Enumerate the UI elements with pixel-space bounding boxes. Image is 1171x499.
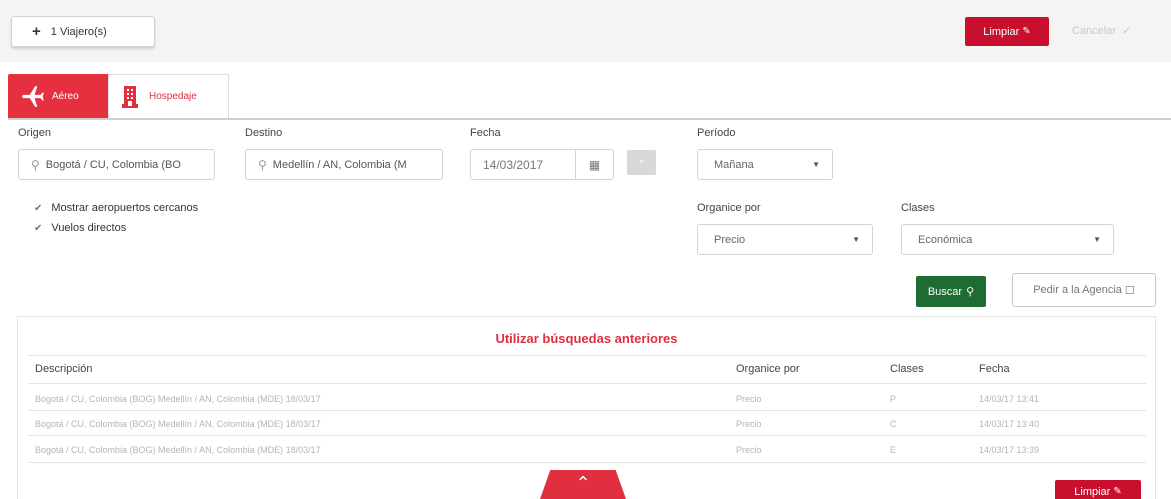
row-class: C: [890, 419, 897, 429]
origin-value: Bogotá / CU, Colombia (BO: [45, 158, 181, 171]
row-date: 14/03/17 13:40: [979, 419, 1040, 429]
nearby-airports-checkbox[interactable]: ✔ Mostrar aeropuertos cercanos: [34, 202, 198, 214]
column-header-sort: Organice por: [736, 363, 800, 375]
previous-searches-title: Utilizar búsquedas anteriores: [495, 331, 678, 346]
tab-air[interactable]: Aéreo: [8, 74, 108, 118]
class-value: Económica: [918, 233, 973, 246]
row-sort: Precio: [736, 445, 762, 455]
travelers-button[interactable]: + 1 Viajero(s): [11, 16, 155, 47]
map-pin-icon: ⚲: [31, 157, 40, 172]
check-icon: ✔: [34, 222, 43, 234]
tab-hotel[interactable]: Hospedaje: [108, 74, 229, 118]
sort-value: Precio: [714, 233, 746, 246]
row-sort: Precio: [736, 394, 762, 404]
caret-down-icon: ▼: [852, 235, 860, 244]
eraser-icon: ✎: [1113, 486, 1122, 497]
period-select[interactable]: Mañana ▼: [697, 149, 833, 180]
row-class: E: [890, 445, 897, 455]
check-icon: ✓: [1122, 25, 1132, 37]
search-type-tabs: Aéreo Hospedaje: [8, 74, 229, 118]
caret-down-icon: ▼: [812, 160, 820, 169]
calendar-icon[interactable]: ▦: [575, 150, 613, 179]
sort-select[interactable]: Precio ▼: [697, 224, 873, 255]
ask-agency-button[interactable]: Pedir a la Agencia ☐: [1012, 273, 1156, 307]
clear-history-button[interactable]: Limpiar ✎: [1055, 480, 1141, 499]
divider: [28, 435, 1146, 436]
row-description: Bogotá / CU, Colombia (BOG) Medellín / A…: [35, 419, 321, 429]
row-date: 14/03/17 13:41: [979, 394, 1040, 404]
destination-field[interactable]: ⚲ Medellín / AN, Colombia (M: [245, 149, 443, 180]
clear-history-label: Limpiar: [1074, 486, 1111, 498]
divider: [28, 383, 1146, 384]
period-label: Período: [697, 127, 736, 139]
sort-label: Organice por: [697, 202, 761, 214]
origin-field[interactable]: ⚲ Bogotá / CU, Colombia (BO: [18, 149, 215, 180]
chevron-up-icon: ⌃: [575, 473, 591, 493]
period-value: Mañana: [714, 158, 754, 171]
return-date-toggle[interactable]: +: [627, 150, 656, 175]
destination-value: Medellín / AN, Colombia (M: [272, 158, 407, 171]
row-class: P: [890, 394, 897, 404]
tab-air-label: Aéreo: [52, 90, 79, 102]
nearby-airports-label: Mostrar aeropuertos cercanos: [51, 202, 199, 214]
tab-divider: [8, 118, 1171, 120]
chat-icon: ☐: [1124, 284, 1135, 297]
eraser-icon: ✎: [1022, 26, 1031, 37]
cancel-label: Cancelar: [1072, 25, 1117, 37]
class-select[interactable]: Económica ▼: [901, 224, 1114, 255]
date-label: Fecha: [470, 127, 501, 139]
destination-label: Destino: [245, 127, 283, 139]
travelers-label: 1 Viajero(s): [50, 25, 107, 38]
caret-down-icon: ▼: [1093, 235, 1101, 244]
collapse-button[interactable]: ⌃: [540, 470, 626, 499]
ask-agency-label: Pedir a la Agencia: [1033, 284, 1122, 296]
row-description: Bogotá / CU, Colombia (BOG) Medellín / A…: [35, 394, 321, 404]
column-header-description: Descripción: [35, 363, 93, 375]
plus-icon: +: [32, 23, 41, 40]
map-pin-icon: ⚲: [258, 157, 267, 172]
column-header-class: Clases: [890, 363, 924, 375]
clear-button[interactable]: Limpiar ✎: [965, 17, 1049, 46]
divider: [28, 462, 1146, 463]
airplane-icon: [22, 86, 44, 107]
search-button[interactable]: Buscar ⚲: [916, 276, 986, 307]
divider: [28, 410, 1146, 411]
class-label: Clases: [901, 202, 935, 214]
row-date: 14/03/17 13:39: [979, 445, 1040, 455]
tab-hotel-label: Hospedaje: [149, 91, 197, 102]
plus-icon: +: [638, 157, 645, 168]
cancel-button[interactable]: Cancelar ✓: [1072, 24, 1131, 37]
search-icon: ⚲: [966, 286, 975, 298]
row-sort: Precio: [736, 419, 762, 429]
direct-flights-label: Vuelos directos: [51, 222, 127, 234]
date-field[interactable]: 14/03/2017 ▦: [470, 149, 614, 180]
column-header-date: Fecha: [979, 363, 1010, 375]
origin-label: Origen: [18, 127, 52, 139]
clear-label: Limpiar: [983, 25, 1020, 38]
divider: [28, 355, 1146, 356]
date-value: 14/03/2017: [483, 157, 544, 172]
search-label: Buscar: [927, 285, 963, 298]
check-icon: ✔: [34, 202, 43, 214]
row-description: Bogotá / CU, Colombia (BOG) Medellín / A…: [35, 445, 321, 455]
direct-flights-checkbox[interactable]: ✔ Vuelos directos: [34, 222, 126, 234]
hotel-icon: [122, 85, 138, 108]
